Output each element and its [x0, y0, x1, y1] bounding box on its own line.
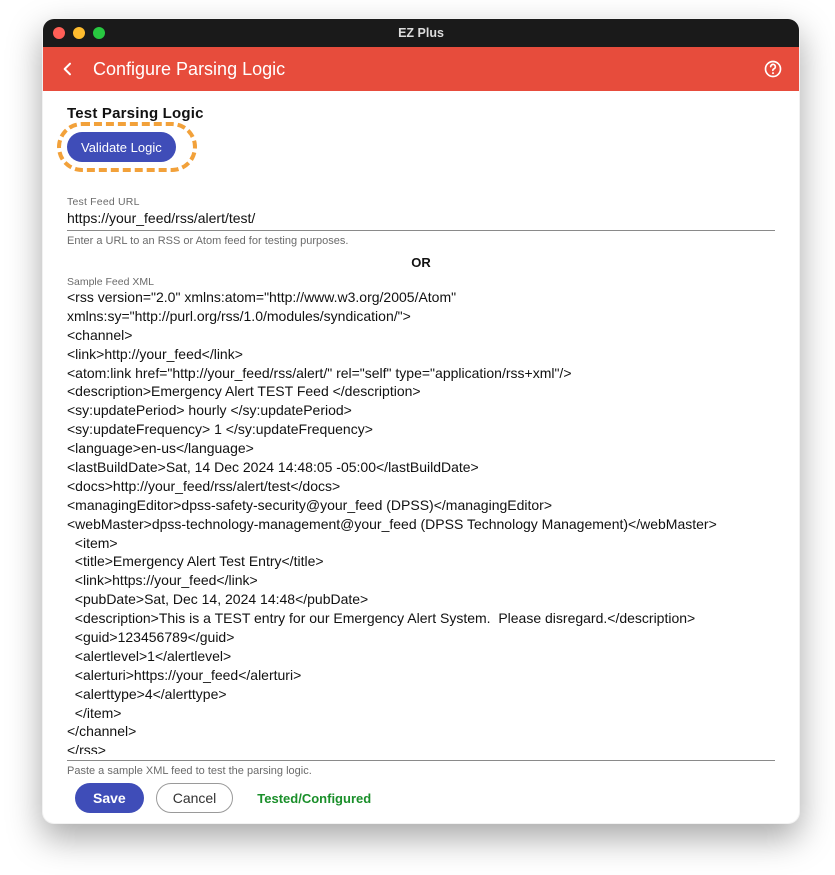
sample-xml-label: Sample Feed XML: [67, 276, 775, 288]
save-button[interactable]: Save: [75, 783, 144, 813]
test-feed-url-hint: Enter a URL to an RSS or Atom feed for t…: [67, 235, 775, 247]
help-button[interactable]: [761, 57, 785, 81]
page-title: Configure Parsing Logic: [93, 59, 285, 80]
test-feed-url-label: Test Feed URL: [67, 196, 775, 208]
test-feed-url-input[interactable]: [67, 208, 775, 231]
help-icon: [763, 59, 783, 79]
content-body: Test Parsing Logic Validate Logic Test F…: [43, 91, 799, 823]
footer: Save Cancel Tested/Configured: [67, 777, 775, 823]
titlebar: EZ Plus: [43, 19, 799, 47]
section-title: Test Parsing Logic: [67, 105, 775, 122]
sample-xml-textarea[interactable]: [67, 288, 775, 754]
status-tested-configured: Tested/Configured: [257, 791, 371, 806]
chevron-left-icon: [60, 61, 76, 77]
validate-area: Validate Logic: [67, 132, 775, 182]
test-feed-url-field: Test Feed URL Enter a URL to an RSS or A…: [67, 196, 775, 247]
app-header: Configure Parsing Logic: [43, 47, 799, 91]
cancel-button[interactable]: Cancel: [156, 783, 234, 813]
validate-logic-button[interactable]: Validate Logic: [67, 132, 176, 162]
sample-xml-hint: Paste a sample XML feed to test the pars…: [67, 765, 775, 777]
app-window: EZ Plus Configure Parsing Logic Test Par…: [42, 18, 800, 824]
or-separator: OR: [67, 255, 775, 270]
divider: [67, 760, 775, 761]
app-title: EZ Plus: [43, 26, 799, 40]
back-button[interactable]: [57, 58, 79, 80]
sample-xml-field: Sample Feed XML Paste a sample XML feed …: [67, 274, 775, 777]
